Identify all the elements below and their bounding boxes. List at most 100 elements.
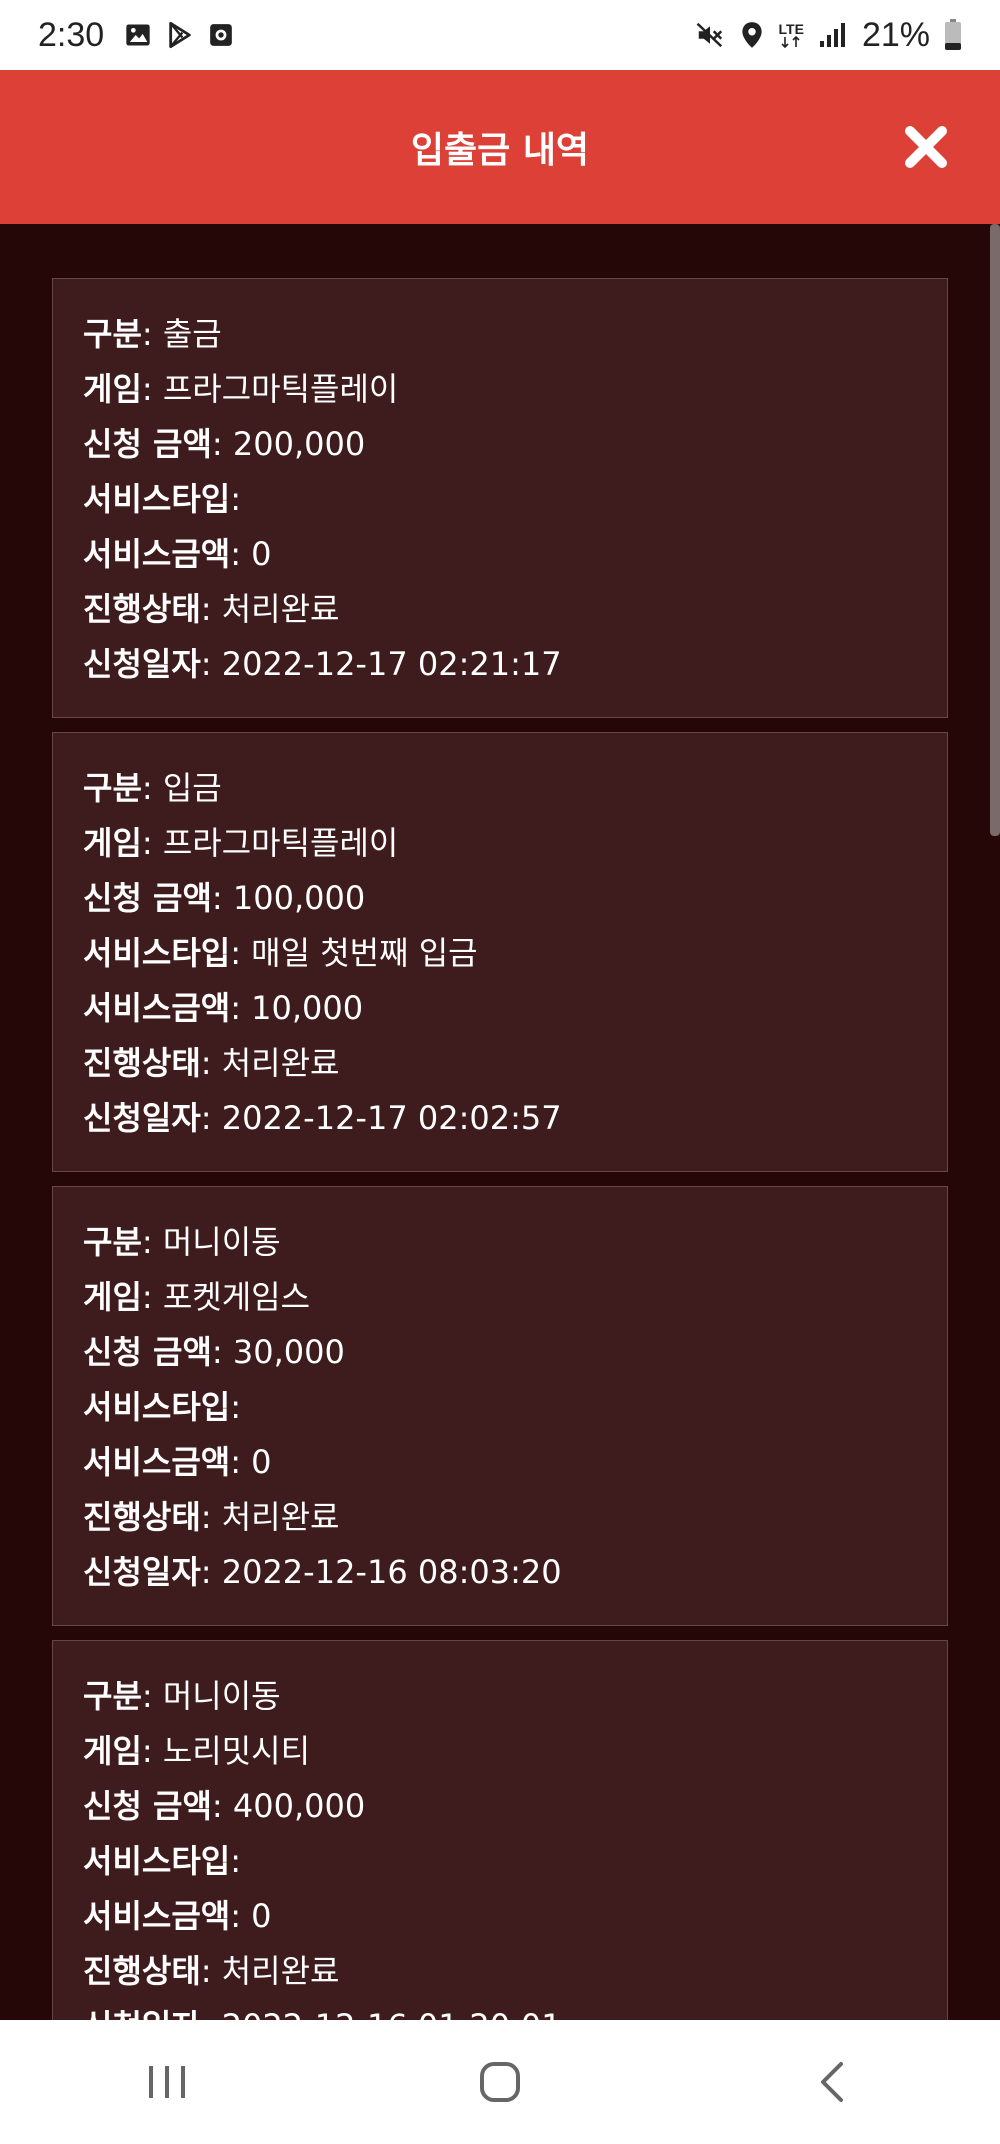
status-label: 진행상태 bbox=[83, 1952, 201, 1990]
date-label: 신청일자 bbox=[83, 2007, 201, 2020]
amount-row: 신청 금액: 200,000 bbox=[83, 425, 366, 463]
status-label: 진행상태 bbox=[83, 1044, 201, 1082]
home-icon bbox=[479, 2062, 520, 2102]
type-label: 구분 bbox=[83, 1677, 142, 1715]
status-row: 진행상태: 처리완료 bbox=[83, 1498, 340, 1536]
service-amount-label: 서비스금액 bbox=[83, 989, 231, 1027]
service-amount-label: 서비스금액 bbox=[83, 1443, 231, 1481]
mute-icon bbox=[695, 20, 725, 50]
transaction-card: 구분: 출금 게임: 프라그마틱플레이 신청 금액: 200,000 서비스타입… bbox=[52, 278, 948, 718]
home-button[interactable] bbox=[440, 2037, 560, 2127]
type-row: 구분: 머니이동 bbox=[83, 1223, 281, 1261]
type-row: 구분: 출금 bbox=[83, 315, 222, 353]
service-amount-label: 서비스금액 bbox=[83, 535, 231, 573]
recent-apps-icon bbox=[148, 2066, 185, 2098]
location-icon bbox=[739, 20, 765, 50]
back-button[interactable] bbox=[773, 2037, 893, 2127]
status-value: 처리완료 bbox=[221, 590, 340, 628]
date-value: 2022-12-16 01:20:01 bbox=[222, 2007, 562, 2020]
amount-row: 신청 금액: 30,000 bbox=[83, 1333, 345, 1371]
transaction-list: 구분: 출금 게임: 프라그마틱플레이 신청 금액: 200,000 서비스타입… bbox=[52, 278, 948, 2020]
network-label: LTE bbox=[778, 21, 804, 37]
battery-percent: 21% bbox=[861, 15, 930, 54]
screen-record-icon bbox=[208, 22, 234, 48]
service-type-label: 서비스타입 bbox=[83, 1842, 231, 1880]
date-row: 신청일자: 2022-12-16 08:03:20 bbox=[83, 1553, 562, 1591]
status-value: 처리완료 bbox=[221, 1498, 340, 1536]
game-row: 게임: 노리밋시티 bbox=[83, 1732, 311, 1770]
scrollbar-thumb[interactable] bbox=[990, 224, 1000, 836]
service-type-label: 서비스타입 bbox=[83, 1388, 231, 1426]
signal-icon bbox=[818, 21, 848, 49]
amount-value: 400,000 bbox=[232, 1787, 366, 1825]
type-value: 입금 bbox=[162, 769, 222, 807]
status-bar: 2:30 LTE 21% bbox=[0, 0, 1000, 70]
game-label: 게임 bbox=[83, 370, 142, 408]
transaction-list-scroll[interactable]: 구분: 출금 게임: 프라그마틱플레이 신청 금액: 200,000 서비스타입… bbox=[0, 224, 1000, 2020]
recent-apps-button[interactable] bbox=[107, 2037, 227, 2127]
service-type-row: 서비스타입: 매일 첫번째 입금 bbox=[83, 934, 478, 972]
service-amount-label: 서비스금액 bbox=[83, 1897, 231, 1935]
game-value: 노리밋시티 bbox=[162, 1732, 311, 1770]
type-label: 구분 bbox=[83, 1223, 142, 1261]
date-value: 2022-12-17 02:02:57 bbox=[221, 1099, 562, 1137]
status-time: 2:30 bbox=[38, 15, 105, 54]
service-type-row: 서비스타입: bbox=[83, 1842, 241, 1880]
header-bar: 입출금 내역 bbox=[0, 70, 1000, 224]
navigation-bar bbox=[0, 2020, 1000, 2144]
amount-row: 신청 금액: 400,000 bbox=[83, 1787, 366, 1825]
game-value: 프라그마틱플레이 bbox=[162, 824, 399, 862]
page-title: 입출금 내역 bbox=[410, 130, 590, 171]
service-amount-row: 서비스금액: 0 bbox=[83, 1897, 272, 1935]
date-row: 신청일자: 2022-12-17 02:21:17 bbox=[83, 645, 562, 683]
date-value: 2022-12-17 02:21:17 bbox=[221, 645, 562, 683]
date-value: 2022-12-16 08:03:20 bbox=[221, 1553, 562, 1591]
type-value: 머니이동 bbox=[162, 1223, 281, 1261]
close-button[interactable] bbox=[900, 121, 952, 173]
service-amount-row: 서비스금액: 0 bbox=[83, 535, 272, 573]
status-row: 진행상태: 처리완료 bbox=[83, 1044, 340, 1082]
service-amount-value: 0 bbox=[251, 535, 272, 573]
service-amount-row: 서비스금액: 0 bbox=[83, 1443, 272, 1481]
game-row: 게임: 포켓게임스 bbox=[83, 1278, 311, 1316]
transaction-card: 구분: 머니이동 게임: 노리밋시티 신청 금액: 400,000 서비스타입:… bbox=[52, 1640, 948, 2020]
service-type-label: 서비스타입 bbox=[83, 480, 231, 518]
status-value: 처리완료 bbox=[221, 1044, 340, 1082]
service-type-row: 서비스타입: bbox=[83, 1388, 241, 1426]
type-row: 구분: 입금 bbox=[83, 769, 222, 807]
service-type-label: 서비스타입 bbox=[83, 934, 231, 972]
service-amount-value: 0 bbox=[251, 1443, 272, 1481]
game-label: 게임 bbox=[83, 1278, 142, 1316]
game-value: 프라그마틱플레이 bbox=[162, 370, 399, 408]
game-label: 게임 bbox=[83, 1732, 142, 1770]
status-value: 처리완료 bbox=[221, 1952, 340, 1990]
transaction-card: 구분: 머니이동 게임: 포켓게임스 신청 금액: 30,000 서비스타입: … bbox=[52, 1186, 948, 1626]
game-row: 게임: 프라그마틱플레이 bbox=[83, 370, 399, 408]
status-label: 진행상태 bbox=[83, 590, 201, 628]
status-left: 2:30 bbox=[38, 16, 234, 55]
status-right: LTE 21% bbox=[695, 16, 962, 55]
service-amount-value: 10,000 bbox=[251, 989, 364, 1027]
amount-row: 신청 금액: 100,000 bbox=[83, 879, 366, 917]
date-row: 신청일자: 2022-12-16 01:20:01 bbox=[83, 1999, 917, 2020]
image-icon bbox=[124, 21, 152, 49]
date-label: 신청일자 bbox=[83, 1099, 201, 1137]
date-label: 신청일자 bbox=[83, 645, 201, 683]
amount-label: 신청 금액 bbox=[83, 1333, 212, 1371]
game-row: 게임: 프라그마틱플레이 bbox=[83, 824, 399, 862]
back-icon bbox=[821, 2062, 844, 2102]
service-type-value: 매일 첫번째 입금 bbox=[251, 934, 478, 972]
lte-icon: LTE bbox=[779, 22, 804, 48]
service-type-row: 서비스타입: bbox=[83, 480, 241, 518]
amount-label: 신청 금액 bbox=[83, 1787, 212, 1825]
type-row: 구분: 머니이동 bbox=[83, 1677, 281, 1715]
battery-icon bbox=[944, 19, 962, 51]
service-amount-value: 0 bbox=[251, 1897, 272, 1935]
type-value: 출금 bbox=[162, 315, 222, 353]
game-value: 포켓게임스 bbox=[162, 1278, 311, 1316]
transaction-card: 구분: 입금 게임: 프라그마틱플레이 신청 금액: 100,000 서비스타입… bbox=[52, 732, 948, 1172]
service-amount-row: 서비스금액: 10,000 bbox=[83, 989, 364, 1027]
amount-value: 30,000 bbox=[232, 1333, 345, 1371]
status-row: 진행상태: 처리완료 bbox=[83, 590, 340, 628]
type-label: 구분 bbox=[83, 315, 142, 353]
